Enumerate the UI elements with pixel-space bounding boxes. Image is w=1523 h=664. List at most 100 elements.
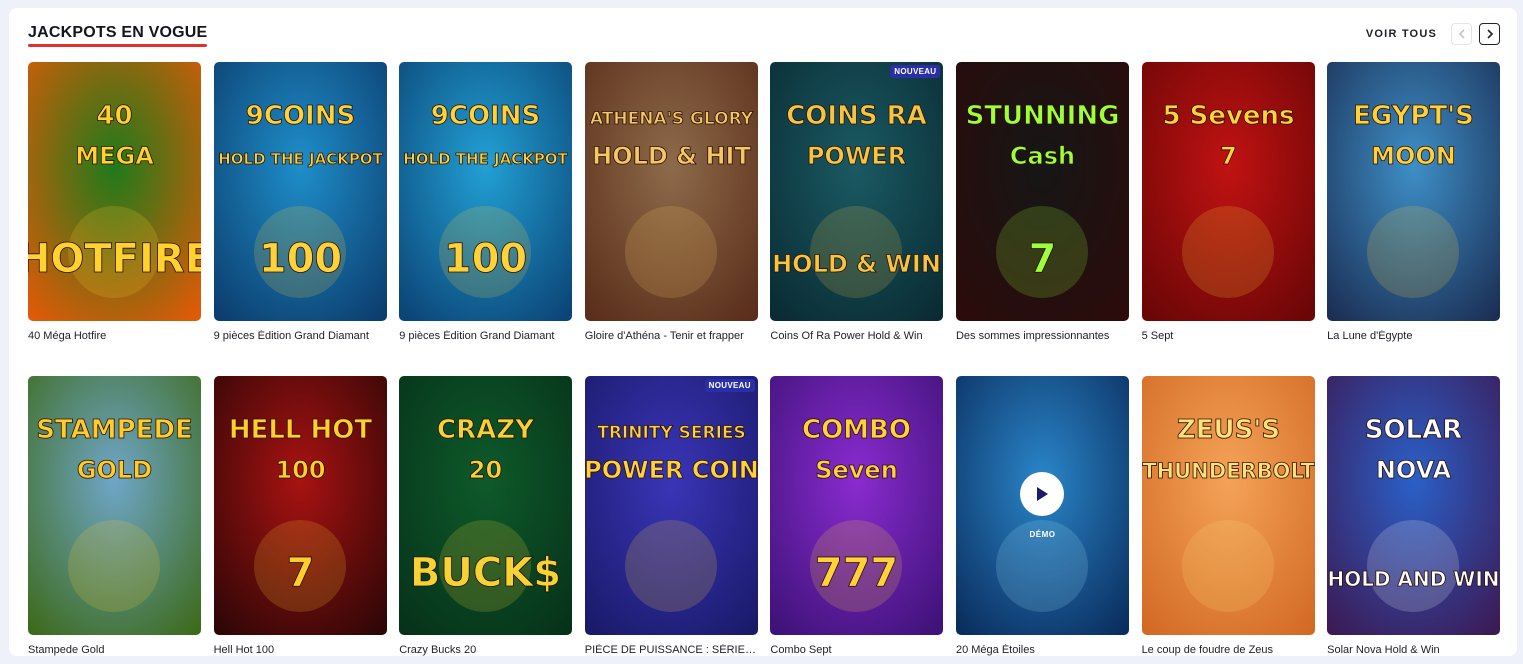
game-artwork-text: COINS RA [787,101,928,131]
game-card[interactable]: 9COINS HOLD THE JACKPOT 100 9 pièces Éditio… [213,62,387,342]
game-title[interactable]: Gloire d'Athéna - Tenir et frapper [585,330,758,342]
game-artwork-text: HOTFIRE [28,236,201,282]
game-artwork-text: THUNDERBOLT [1142,459,1315,483]
game-title[interactable]: 40 Méga Hotfire [28,330,201,342]
game-artwork-text: STUNNING [966,101,1120,131]
game-title[interactable]: Le coup de foudre de Zeus [1142,644,1315,656]
game-card[interactable]: CRAZY 20 BUCK$ Crazy Bucks 20 [399,376,573,656]
game-artwork-text: HOLD THE JACKPOT [403,150,568,168]
game-title[interactable]: Des sommes impressionnantes [956,330,1129,342]
game-artwork-text: SOLAR [1365,415,1463,445]
game-artwork: CRAZY 20 BUCK$ [399,376,573,635]
game-title[interactable]: La Lune d'Égypte [1327,330,1500,342]
game-title[interactable]: Coins Of Ra Power Hold & Win [770,330,943,342]
game-thumbnail[interactable]: SOLAR NOVA HOLD AND WIN [1327,376,1501,635]
game-artwork-text: TRINITY SERIES [597,423,746,443]
game-title[interactable]: PIÈCE DE PUISSANCE : SÉRIE TRIN... [585,644,758,656]
game-thumbnail[interactable]: COMBO Seven 777 [770,376,944,635]
game-artwork: 40 MEGA HOTFIRE [28,62,201,321]
game-title[interactable]: Hell Hot 100 [214,644,387,656]
play-icon [1037,487,1049,501]
demo-overlay[interactable]: DÉMO [1020,472,1065,539]
game-artwork-text: 100 [444,236,528,282]
game-card[interactable]: COMBO Seven 777 Combo Sept [770,376,944,656]
game-thumbnail[interactable]: EGYPT'S MOON [1327,62,1501,321]
game-artwork: TRINITY SERIES POWER COIN [584,376,758,635]
section-title: JACKPOTS EN VOGUE [28,24,208,47]
game-thumbnail[interactable]: 40 MEGA HOTFIRE [28,62,201,321]
game-card[interactable]: ATHENA'S GLORY HOLD & HIT Gloire d'Athéna … [584,62,758,342]
game-artwork: COINS RA POWER HOLD & WIN [770,62,944,321]
game-artwork-text: 9COINS [431,101,540,131]
game-artwork-text: 100 [258,236,342,282]
game-artwork: COMBO Seven 777 [770,376,944,635]
game-thumbnail[interactable]: HELL HOT 100 7 [213,376,387,635]
game-title[interactable]: Crazy Bucks 20 [399,644,572,656]
game-title[interactable]: 9 pièces Édition Grand Diamant [399,330,572,342]
game-card[interactable]: STAMPEDE GOLD Stampede Gold [28,376,201,656]
game-thumbnail[interactable]: CRAZY 20 BUCK$ [399,376,573,635]
game-thumbnail[interactable]: DÉMO [955,376,1129,635]
game-card[interactable]: HELL HOT 100 7 Hell Hot 100 [213,376,387,656]
game-title[interactable]: 9 pièces Édition Grand Diamant [214,330,387,342]
game-artwork-text: MOON [1371,142,1456,170]
game-card[interactable]: DÉMO 20 Méga Étoiles [955,376,1129,656]
game-artwork-text: Seven [816,456,899,484]
game-artwork: STAMPEDE GOLD [28,376,201,635]
game-thumbnail[interactable]: 9COINS HOLD THE JACKPOT 100 [213,62,387,321]
game-artwork-text: NOVA [1376,456,1452,484]
game-thumbnail[interactable]: ZEUS'S THUNDERBOLT [1141,376,1315,635]
game-title[interactable]: 20 Méga Étoiles [956,644,1129,656]
game-artwork-text: 20 [469,456,502,484]
game-card[interactable]: ZEUS'S THUNDERBOLT Le coup de foudre de Ze… [1141,376,1315,656]
see-all-link[interactable]: VOIR TOUS [1366,28,1437,40]
game-artwork-text: STAMPEDE [36,415,193,445]
game-artwork: HELL HOT 100 7 [213,376,387,635]
game-title[interactable]: Combo Sept [770,644,943,656]
game-artwork-text: ATHENA'S GLORY [590,109,754,129]
game-thumbnail[interactable]: ATHENA'S GLORY HOLD & HIT [584,62,758,321]
game-thumbnail[interactable]: STUNNING Cash 7 [955,62,1129,321]
game-artwork-text: POWER [807,142,906,170]
jackpots-panel: JACKPOTS EN VOGUE VOIR TOUS 40 MEGA HOTFIR… [9,8,1517,656]
game-artwork-text: COMBO [802,415,911,445]
game-artwork-text: 777 [815,550,899,596]
game-card[interactable]: SOLAR NOVA HOLD AND WIN Solar Nova Hold & W… [1327,376,1501,656]
game-artwork: STUNNING Cash 7 [955,62,1129,321]
game-card[interactable]: STUNNING Cash 7 Des sommes impressionnantes [955,62,1129,342]
carousel-prev-button[interactable] [1451,23,1472,45]
game-artwork-text: HOLD THE JACKPOT [218,150,383,168]
game-artwork-text: Cash [1010,142,1075,170]
game-artwork-text: HELL HOT [228,415,372,445]
game-thumbnail[interactable]: 5 Sevens 7 [1141,62,1315,321]
game-artwork: EGYPT'S MOON [1327,62,1501,321]
game-card[interactable]: TRINITY SERIES POWER COIN NOUVEAU PIÈCE DE … [584,376,758,656]
game-thumbnail[interactable]: TRINITY SERIES POWER COIN NOUVEAU [584,376,758,635]
game-artwork-text: ZEUS'S [1176,415,1279,445]
game-thumbnail[interactable]: STAMPEDE GOLD [28,376,201,635]
game-card[interactable]: 40 MEGA HOTFIRE 40 Méga Hotfire [28,62,201,342]
game-thumbnail[interactable]: COINS RA POWER HOLD & WIN NOUVEAU [770,62,944,321]
game-card[interactable]: EGYPT'S MOON La Lune d'Égypte [1327,62,1501,342]
game-artwork-text: 9COINS [245,101,354,131]
game-artwork-text: HOLD & WIN [772,250,941,278]
game-artwork-text: 5 Sevens [1162,101,1294,131]
game-artwork-text: 7 [1220,142,1237,170]
game-title[interactable]: 5 Sept [1142,330,1315,342]
game-title[interactable]: Stampede Gold [28,644,201,656]
game-artwork-text: EGYPT'S [1353,101,1474,131]
game-artwork: ATHENA'S GLORY HOLD & HIT [584,62,758,321]
game-artwork-text: 40 [96,101,132,131]
game-artwork-text: HOLD AND WIN [1328,567,1500,591]
game-card[interactable]: COINS RA POWER HOLD & WIN NOUVEAU Coins Of R… [770,62,944,342]
demo-label: DÉMO [1029,530,1056,539]
carousel-next-button[interactable] [1479,23,1500,45]
game-artwork: 5 Sevens 7 [1141,62,1315,321]
game-artwork-text: GOLD [77,456,152,484]
game-title[interactable]: Solar Nova Hold & Win [1327,644,1500,656]
play-button[interactable] [1020,472,1065,516]
game-card[interactable]: 5 Sevens 7 5 Sept [1141,62,1315,342]
game-thumbnail[interactable]: 9COINS HOLD THE JACKPOT 100 [399,62,573,321]
game-artwork-text: 100 [275,456,325,484]
game-card[interactable]: 9COINS HOLD THE JACKPOT 100 9 pièces Éditio… [399,62,573,342]
